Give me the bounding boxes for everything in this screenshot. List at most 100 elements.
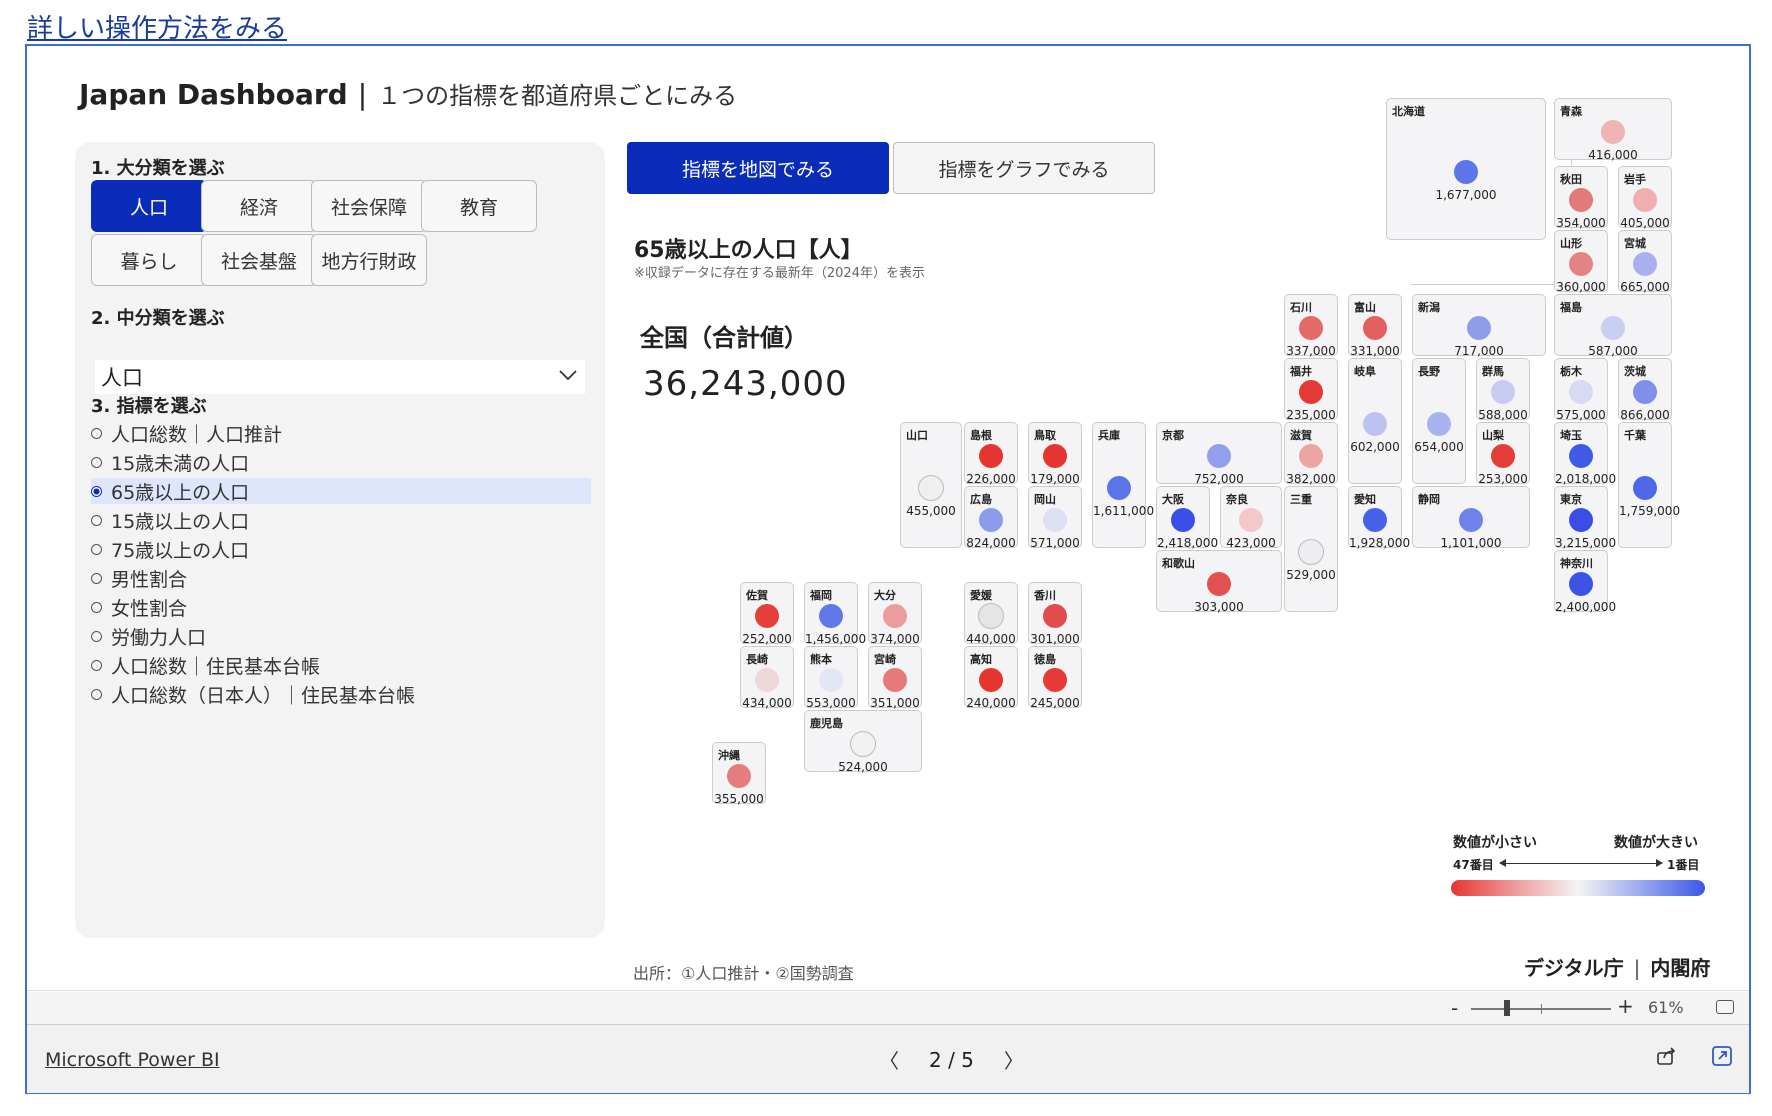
share-icon[interactable] — [1655, 1045, 1677, 1067]
prefecture-tile[interactable]: 青森 416,000 — [1554, 98, 1672, 162]
indicator-option[interactable]: 75歳以上の人口 — [91, 536, 591, 562]
prefecture-tile[interactable]: 茨城 866,000 — [1618, 358, 1672, 422]
prefecture-marker — [1633, 476, 1657, 500]
prefecture-name: 千葉 — [1624, 429, 1646, 442]
prefecture-name: 三重 — [1290, 493, 1312, 506]
prefecture-tile[interactable]: 沖縄 355,000 — [712, 742, 766, 806]
prefecture-tile[interactable]: 神奈川 2,400,000 — [1554, 550, 1616, 614]
prefecture-value: 2,418,000 — [1157, 536, 1219, 550]
prefecture-tile[interactable]: 京都 752,000 — [1156, 422, 1282, 486]
prefecture-tile[interactable]: 岡山 571,000 — [1028, 486, 1082, 550]
prefecture-tile[interactable]: 千葉 1,759,000 — [1618, 422, 1680, 548]
tab-map-view[interactable]: 指標を地図でみる — [627, 142, 889, 194]
prefecture-value: 1,456,000 — [805, 632, 867, 646]
indicator-option[interactable]: 女性割合 — [91, 594, 591, 620]
category-button-education[interactable]: 教育 — [421, 180, 537, 232]
indicator-option[interactable]: 労働力人口 — [91, 623, 591, 649]
indicator-option[interactable]: 人口総数｜住民基本台帳 — [91, 652, 591, 678]
prefecture-tile[interactable]: 三重 529,000 — [1284, 486, 1338, 612]
prefecture-tile[interactable]: 広島 824,000 — [964, 486, 1018, 550]
prefecture-tile[interactable]: 宮崎 351,000 — [868, 646, 922, 710]
prefecture-marker — [1043, 604, 1067, 628]
prefecture-tile[interactable]: 静岡 1,101,000 — [1412, 486, 1530, 550]
indicator-option[interactable]: 人口総数｜人口推計 — [91, 420, 591, 446]
prefecture-tile[interactable]: 兵庫 1,611,000 — [1092, 422, 1154, 548]
prefecture-tile[interactable]: 鳥取 179,000 — [1028, 422, 1082, 486]
step3-label: 3. 指標を選ぶ — [91, 396, 207, 417]
zoom-in-button[interactable]: + — [1617, 994, 1634, 1018]
prefecture-tile[interactable]: 徳島 245,000 — [1028, 646, 1082, 710]
prefecture-name: 和歌山 — [1162, 557, 1195, 570]
prefecture-marker — [1043, 444, 1067, 468]
prefecture-tile[interactable]: 奈良 423,000 — [1220, 486, 1282, 550]
indicator-option[interactable]: 15歳未満の人口 — [91, 449, 591, 475]
prefecture-tile[interactable]: 長崎 434,000 — [740, 646, 794, 710]
indicator-option-selected[interactable]: 65歳以上の人口 — [91, 478, 591, 504]
prefecture-name: 秋田 — [1560, 173, 1582, 186]
prefecture-tile[interactable]: 石川 337,000 — [1284, 294, 1338, 358]
prefecture-value: 405,000 — [1620, 216, 1670, 230]
howto-link[interactable]: 詳しい操作方法をみる — [27, 8, 287, 45]
prefecture-tile[interactable]: 東京 3,215,000 — [1554, 486, 1616, 550]
prefecture-tile[interactable]: 大阪 2,418,000 — [1156, 486, 1219, 550]
prefecture-tile[interactable]: 鹿児島 524,000 — [804, 710, 922, 774]
indicator-option[interactable]: 男性割合 — [91, 565, 591, 591]
prefecture-tile[interactable]: 岩手 405,000 — [1618, 166, 1672, 230]
prefecture-tile[interactable]: 秋田 354,000 — [1554, 166, 1608, 230]
prefecture-tile[interactable]: 愛知 1,928,000 — [1348, 486, 1410, 550]
category-button-infrastructure[interactable]: 社会基盤 — [201, 234, 317, 286]
prefecture-tile[interactable]: 新潟 717,000 — [1412, 294, 1546, 358]
prefecture-tile[interactable]: 岐阜 602,000 — [1348, 358, 1402, 484]
prefecture-tile[interactable]: 山形 360,000 — [1554, 230, 1608, 294]
prefecture-tile[interactable]: 宮城 665,000 — [1618, 230, 1672, 294]
fullscreen-icon[interactable] — [1711, 1045, 1733, 1067]
zoom-out-button[interactable]: - — [1451, 996, 1458, 1020]
category-button-local-finance[interactable]: 地方行財政 — [311, 234, 427, 286]
prefecture-tile[interactable]: 北海道 1,677,000 — [1386, 98, 1546, 240]
prefecture-tile[interactable]: 栃木 575,000 — [1554, 358, 1608, 422]
category-button-economy[interactable]: 経済 — [201, 180, 317, 232]
prefecture-value: 824,000 — [966, 536, 1016, 550]
prefecture-tile[interactable]: 富山 331,000 — [1348, 294, 1402, 358]
tab-graph-view[interactable]: 指標をグラフでみる — [893, 142, 1155, 194]
indicator-note: ※収録データに存在する最新年（2024年）を表示 — [634, 266, 925, 281]
prefecture-tile[interactable]: 福井 235,000 — [1284, 358, 1338, 422]
category-button-social-security[interactable]: 社会保障 — [311, 180, 427, 232]
legend-arrow — [1499, 859, 1663, 867]
radio-icon — [91, 630, 102, 642]
prefecture-value: 360,000 — [1556, 280, 1606, 294]
indicator-option[interactable]: 人口総数（日本人）｜住民基本台帳 — [91, 681, 591, 707]
prefecture-tile[interactable]: 長野 654,000 — [1412, 358, 1466, 484]
indicator-option[interactable]: 15歳以上の人口 — [91, 507, 591, 533]
powerbi-brand-link[interactable]: Microsoft Power BI — [45, 1049, 220, 1071]
prefecture-tile[interactable]: 滋賀 382,000 — [1284, 422, 1338, 486]
prefecture-tile[interactable]: 香川 301,000 — [1028, 582, 1082, 646]
fit-to-page-icon[interactable] — [1716, 1000, 1734, 1014]
prefecture-tile[interactable]: 大分 374,000 — [868, 582, 922, 646]
prefecture-tile[interactable]: 和歌山 303,000 — [1156, 550, 1282, 614]
radio-icon — [91, 427, 102, 439]
prefecture-tile[interactable]: 島根 226,000 — [964, 422, 1018, 486]
next-page-icon[interactable]: 〉 — [974, 1045, 1054, 1074]
prefecture-name: 鹿児島 — [810, 717, 843, 730]
prefecture-tile[interactable]: 福岡 1,456,000 — [804, 582, 867, 646]
prefecture-tile[interactable]: 群馬 588,000 — [1476, 358, 1530, 422]
prev-page-icon[interactable]: 〈 — [849, 1045, 929, 1074]
prefecture-tile[interactable]: 福島 587,000 — [1554, 294, 1672, 358]
prefecture-tile[interactable]: 愛媛 440,000 — [964, 582, 1018, 646]
category-button-population[interactable]: 人口 — [91, 180, 207, 232]
zoom-slider-thumb[interactable] — [1504, 1000, 1510, 1016]
prefecture-name: 東京 — [1560, 493, 1582, 506]
prefecture-tile[interactable]: 佐賀 252,000 — [740, 582, 794, 646]
prefecture-tile[interactable]: 山口 455,000 — [900, 422, 962, 548]
subcategory-dropdown[interactable]: 人口 — [95, 360, 585, 394]
prefecture-marker — [1363, 508, 1387, 532]
prefecture-tile[interactable]: 山梨 253,000 — [1476, 422, 1530, 486]
prefecture-marker — [1299, 316, 1323, 340]
prefecture-tile[interactable]: 熊本 553,000 — [804, 646, 858, 710]
prefecture-tile[interactable]: 高知 240,000 — [964, 646, 1018, 710]
prefecture-value: 235,000 — [1286, 408, 1336, 422]
prefecture-value: 1,101,000 — [1440, 536, 1502, 550]
prefecture-tile[interactable]: 埼玉 2,018,000 — [1554, 422, 1616, 486]
category-button-living[interactable]: 暮らし — [91, 234, 207, 286]
